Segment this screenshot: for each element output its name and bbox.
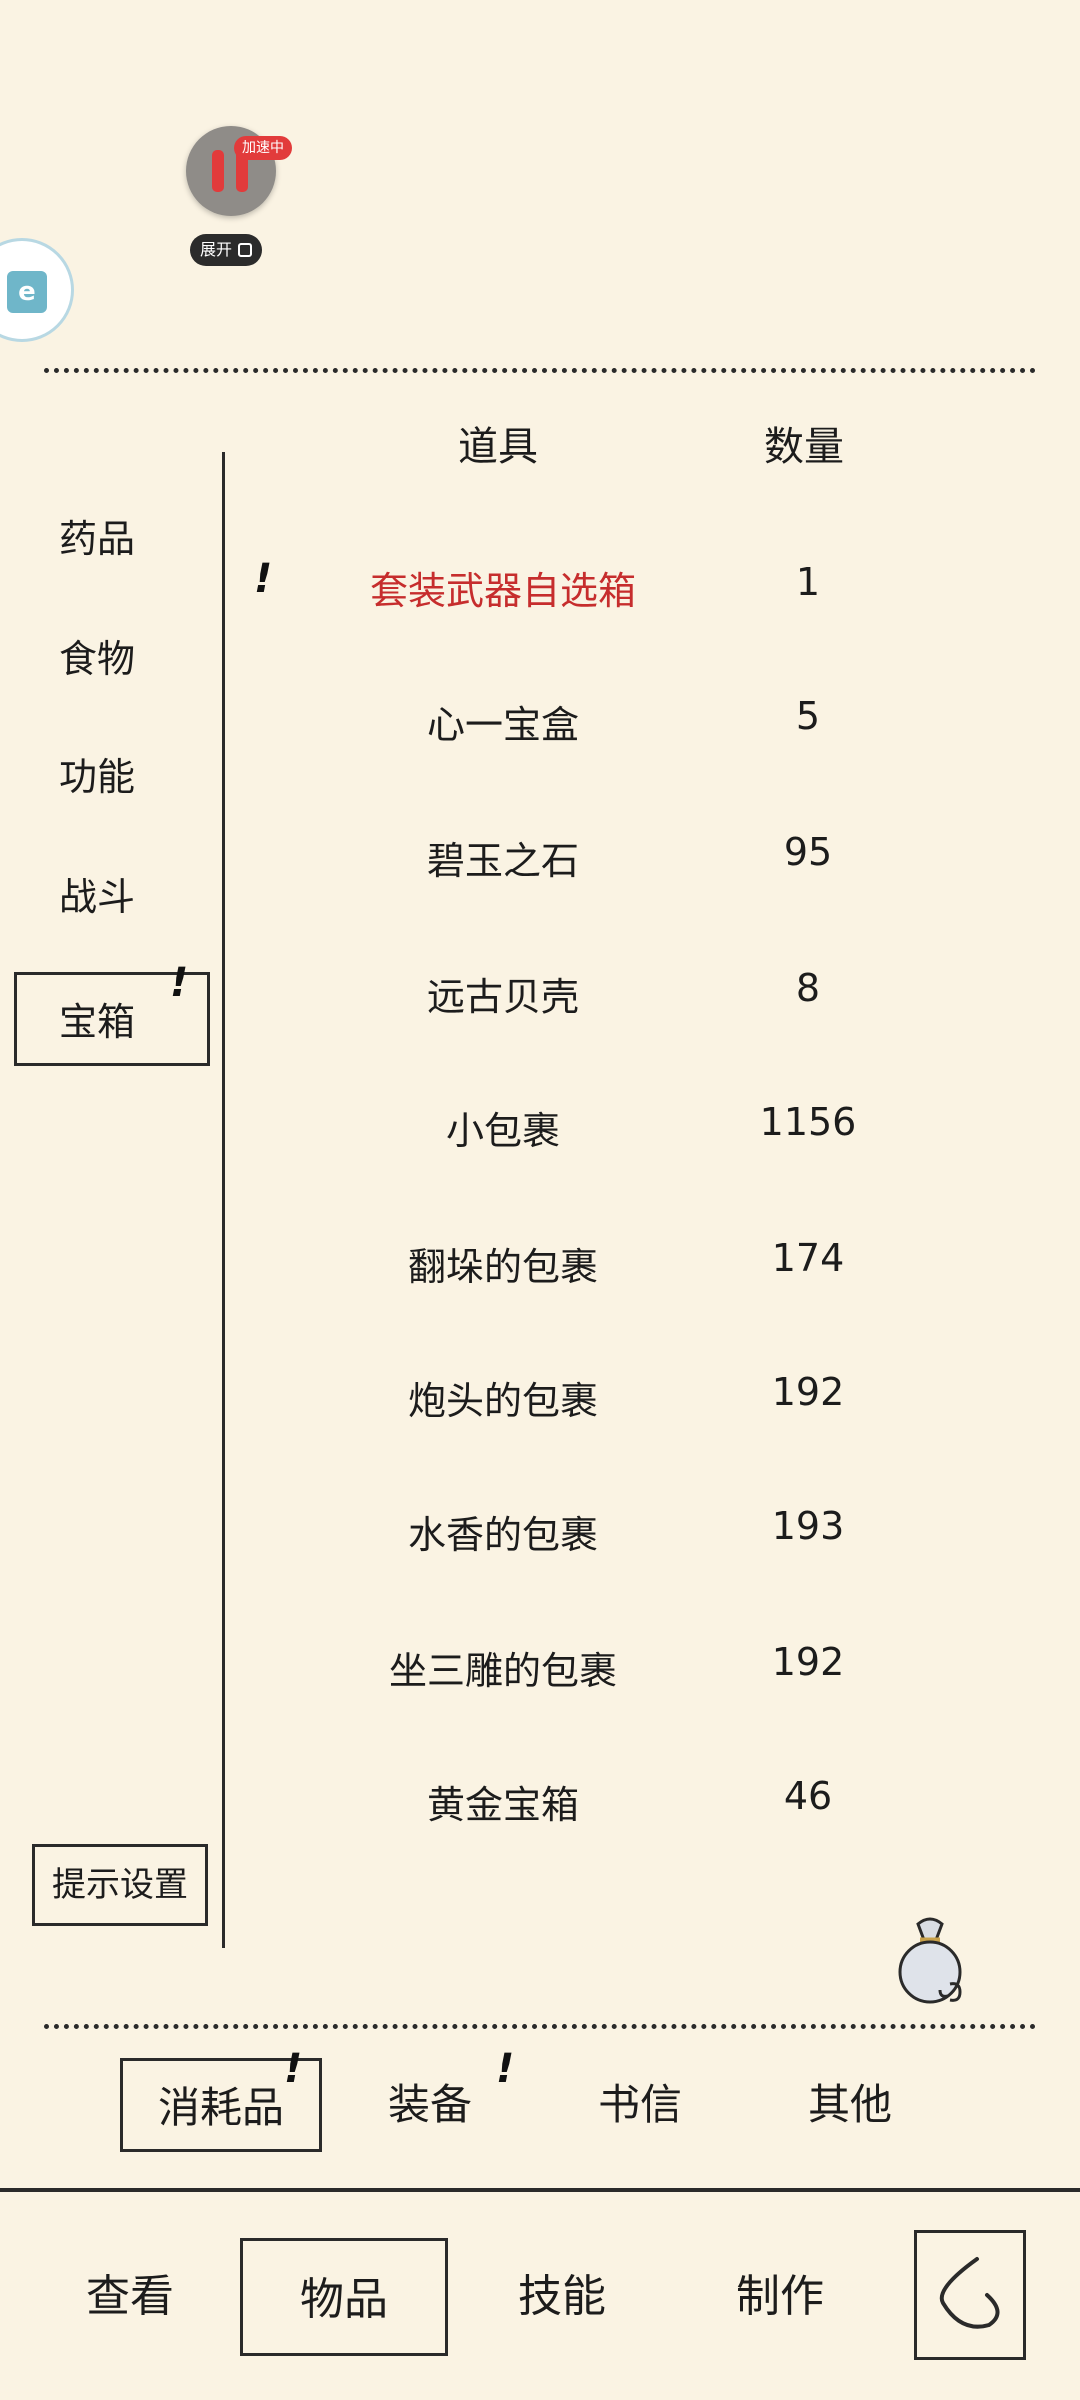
item-qty: 192 [771, 1370, 845, 1414]
speed-badge: 加速中 [234, 136, 292, 160]
category-function[interactable]: 功能 [14, 730, 210, 824]
nav-view[interactable]: 查看 [60, 2238, 200, 2356]
nav-skills[interactable]: 技能 [492, 2238, 632, 2356]
bag-icon[interactable] [890, 1910, 970, 2010]
item-qty: 174 [771, 1236, 845, 1280]
item-qty: 46 [783, 1774, 833, 1818]
item-qty: 95 [783, 830, 833, 874]
nav-items[interactable]: 物品 [240, 2238, 448, 2356]
category-battle[interactable]: 战斗 [14, 850, 210, 944]
nav-divider [0, 2188, 1080, 2192]
header-item: 道具 [458, 424, 538, 470]
item-qty: 193 [771, 1504, 845, 1548]
bottom-divider [44, 2024, 1036, 2029]
expand-icon [238, 243, 253, 257]
category-medicine[interactable]: 药品 [14, 492, 210, 586]
back-arrow-icon [939, 2257, 1000, 2329]
hint-settings-button[interactable]: 提示设置 [32, 1844, 208, 1926]
item-qty: 1156 [759, 1100, 857, 1144]
item-qty: 5 [795, 694, 821, 738]
nav-crafting[interactable]: 制作 [710, 2238, 850, 2356]
equipment-alert-mark: ! [496, 2046, 515, 2092]
app-icon: e [7, 271, 47, 313]
category-divider [222, 452, 225, 1948]
expand-button[interactable]: 展开 [190, 234, 263, 266]
subtab-equipment[interactable]: 装备 [370, 2058, 490, 2152]
item-qty: 192 [771, 1640, 845, 1684]
category-food[interactable]: 食物 [14, 612, 210, 706]
expand-label: 展开 [200, 240, 233, 259]
top-divider [44, 368, 1036, 373]
side-floating-app[interactable]: e [0, 238, 74, 342]
back-button[interactable] [914, 2230, 1026, 2360]
subtab-letters[interactable]: 书信 [580, 2058, 700, 2152]
item-qty: 8 [795, 966, 821, 1010]
item-qty: 1 [795, 560, 821, 604]
consumables-alert-mark: ! [284, 2046, 303, 2092]
header-quantity: 数量 [764, 424, 844, 470]
chest-alert-mark: ! [170, 960, 189, 1006]
subtab-other[interactable]: 其他 [790, 2058, 910, 2152]
